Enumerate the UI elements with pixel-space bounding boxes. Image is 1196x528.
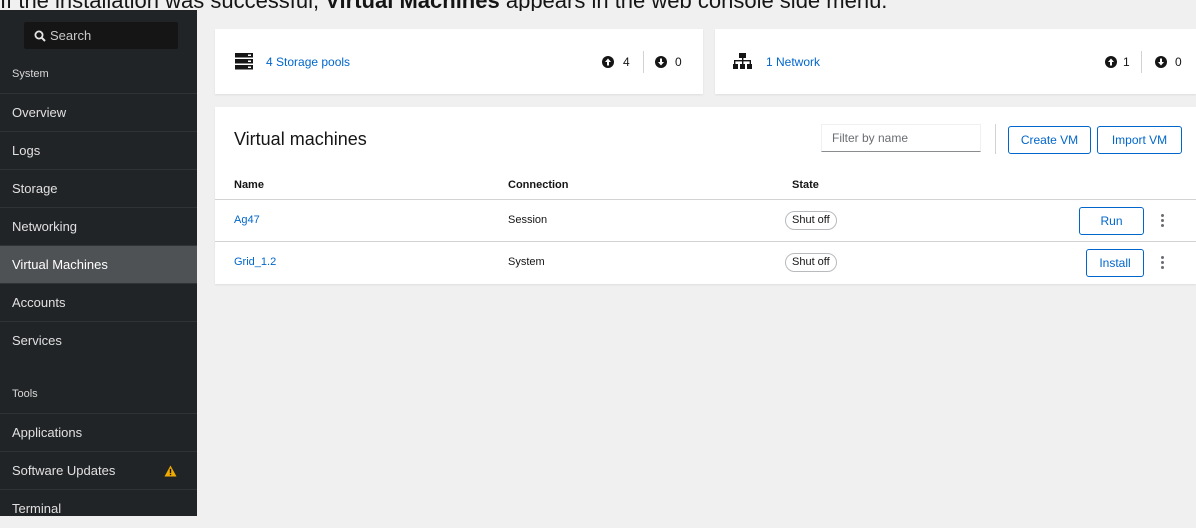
- search-input[interactable]: Search: [24, 22, 178, 49]
- arrow-up-circle-icon: [602, 56, 614, 68]
- create-vm-button[interactable]: Create VM: [1008, 126, 1091, 154]
- install-button[interactable]: Install: [1086, 249, 1144, 277]
- vm-name-link[interactable]: Ag47: [234, 214, 260, 226]
- sidebar: Search System Overview Logs Storage Netw…: [0, 10, 197, 516]
- sidebar-item-terminal[interactable]: Terminal: [0, 489, 197, 527]
- storage-down-count: 0: [675, 55, 682, 69]
- vm-connection: Session: [508, 214, 548, 226]
- caption-suffix: appears in the web console side menu.: [506, 0, 888, 11]
- network-link[interactable]: 1 Network: [766, 55, 820, 69]
- search-placeholder: Search: [50, 28, 92, 43]
- divider: [1141, 51, 1142, 73]
- sidebar-item-logs[interactable]: Logs: [0, 131, 197, 169]
- import-vm-button[interactable]: Import VM: [1097, 126, 1182, 154]
- kebab-menu-icon[interactable]: [1159, 255, 1165, 271]
- network-icon: [733, 53, 752, 69]
- sidebar-item-services[interactable]: Services: [0, 321, 197, 359]
- warning-icon: [164, 465, 177, 477]
- storage-pools-link[interactable]: 4 Storage pools: [266, 55, 350, 69]
- network-card: 1 Network 1 0: [715, 29, 1196, 94]
- network-up-count: 1: [1123, 55, 1130, 69]
- column-header-name[interactable]: Name: [234, 179, 264, 191]
- table-row: Ag47 Session Shut off Run: [215, 199, 1196, 242]
- vm-state-badge: Shut off: [785, 253, 837, 272]
- sidebar-item-virtual-machines[interactable]: Virtual Machines: [0, 245, 197, 283]
- sidebar-item-accounts[interactable]: Accounts: [0, 283, 197, 321]
- column-header-connection[interactable]: Connection: [508, 179, 569, 191]
- arrow-down-circle-icon: [1155, 56, 1167, 68]
- run-button[interactable]: Run: [1079, 207, 1144, 235]
- vm-state-badge: Shut off: [785, 211, 837, 230]
- vm-panel-title: Virtual machines: [234, 129, 367, 149]
- vm-connection: System: [508, 256, 545, 268]
- sidebar-item-software-updates[interactable]: Software Updates: [0, 451, 197, 489]
- storage-icon: [235, 53, 253, 70]
- sidebar-item-storage[interactable]: Storage: [0, 169, 197, 207]
- table-row: Grid_1.2 System Shut off Install: [215, 241, 1196, 284]
- vm-panel: Virtual machines Filter by name Create V…: [215, 107, 1196, 284]
- storage-pools-card: 4 Storage pools 4 0: [215, 29, 703, 94]
- section-tools: Tools: [12, 388, 38, 400]
- column-header-state[interactable]: State: [792, 179, 819, 191]
- divider: [643, 51, 644, 73]
- caption-bold: Virtual Machines: [325, 0, 499, 11]
- arrow-down-circle-icon: [655, 56, 667, 68]
- storage-up-count: 4: [623, 55, 630, 69]
- sidebar-item-applications[interactable]: Applications: [0, 413, 197, 451]
- sidebar-item-overview[interactable]: Overview: [0, 93, 197, 131]
- network-down-count: 0: [1175, 55, 1182, 69]
- divider: [995, 124, 996, 154]
- search-icon: [34, 30, 46, 42]
- section-system: System: [12, 68, 49, 80]
- sidebar-item-networking[interactable]: Networking: [0, 207, 197, 245]
- sidebar-item-label: Software Updates: [12, 463, 116, 478]
- arrow-up-circle-icon: [1105, 56, 1117, 68]
- vm-name-link[interactable]: Grid_1.2: [234, 256, 276, 268]
- filter-by-name-input[interactable]: Filter by name: [821, 124, 981, 152]
- kebab-menu-icon[interactable]: [1159, 213, 1165, 229]
